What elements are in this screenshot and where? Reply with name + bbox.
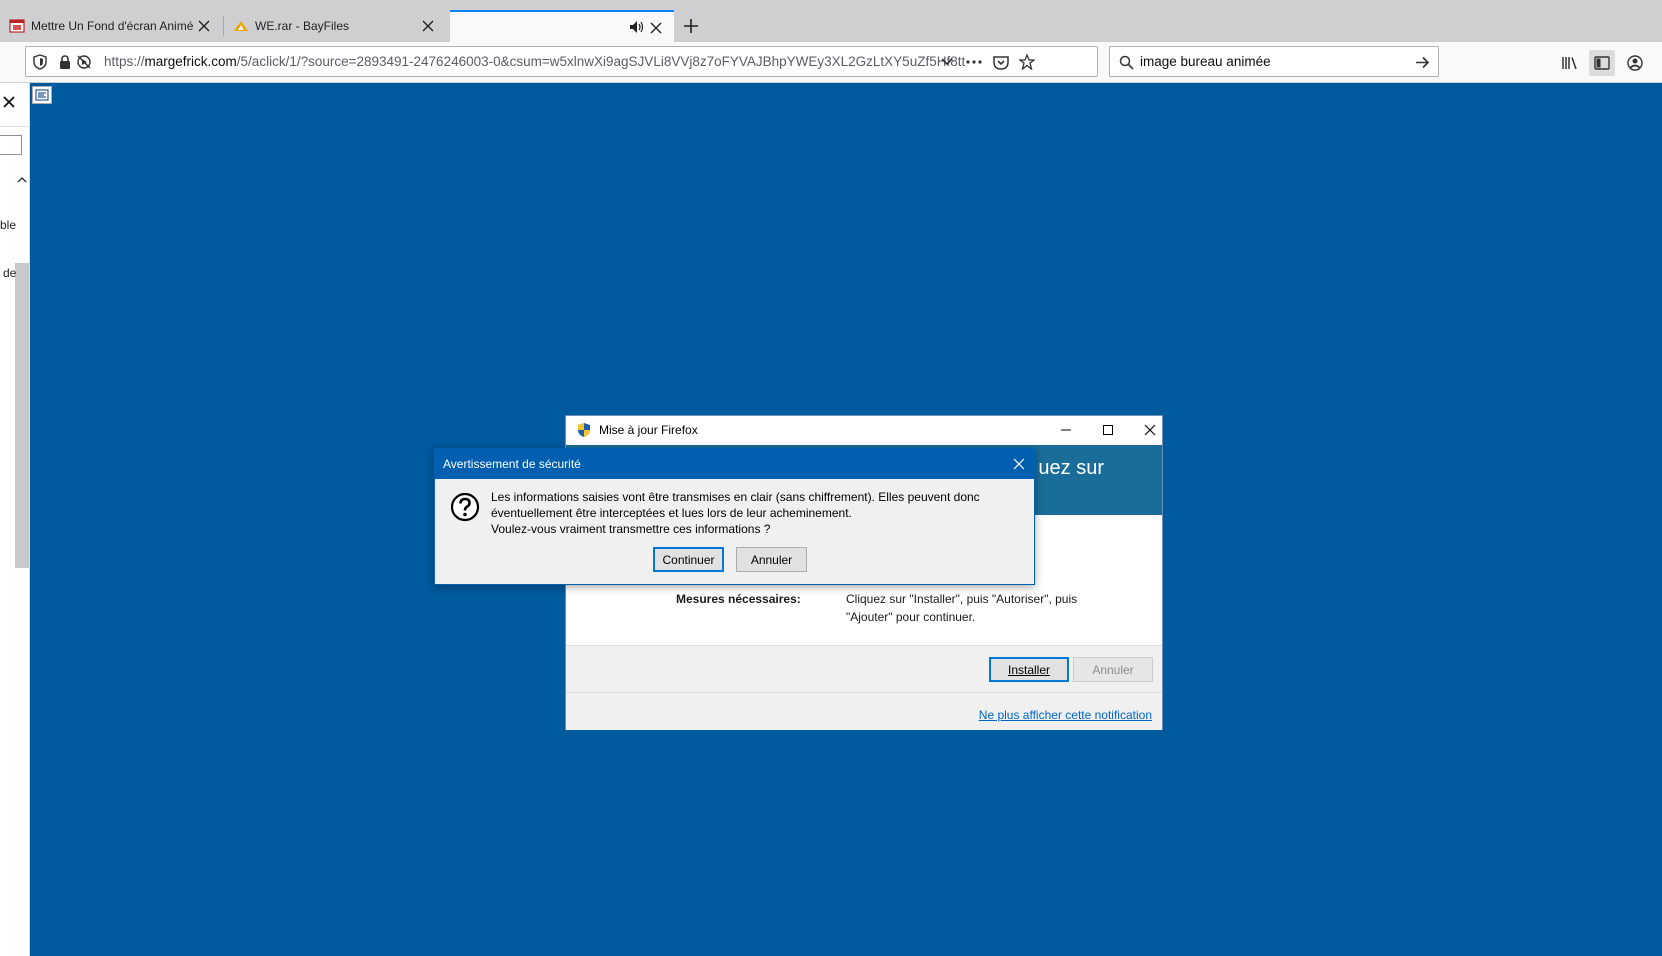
dialog-title: Avertissement de sécurité: [443, 457, 581, 471]
message-line: éventuellement être interceptées et lues…: [491, 506, 852, 520]
library-icon[interactable]: [1560, 53, 1580, 73]
close-tab-icon[interactable]: [648, 20, 664, 36]
search-bar[interactable]: image bureau animée: [1109, 46, 1439, 77]
page-corner-icon[interactable]: [32, 86, 52, 104]
sidebar-scrollbar[interactable]: [15, 263, 29, 568]
sidebar-panel: ble de: [0, 83, 30, 956]
question-icon: [450, 492, 480, 522]
sidebar-text: de: [3, 266, 17, 280]
bookmark-star-icon[interactable]: [1019, 54, 1035, 70]
required-actions-label: Mesures nécessaires:: [676, 592, 801, 606]
maximize-icon[interactable]: [1098, 420, 1118, 440]
tab-title: WE.rar - BayFiles: [255, 19, 350, 33]
arrow-right-icon[interactable]: [1414, 54, 1430, 70]
url-prefix: https://: [104, 54, 145, 69]
page-actions-menu-icon[interactable]: [966, 54, 982, 70]
speaker-icon[interactable]: [628, 19, 644, 35]
close-window-icon[interactable]: [1140, 420, 1160, 440]
chevron-down-icon[interactable]: [939, 54, 955, 70]
banner-text: uez sur: [1038, 457, 1104, 479]
message-line: Voulez-vous vraiment transmettre ces inf…: [491, 522, 771, 536]
window-titlebar: Mise à jour Firefox: [566, 416, 1162, 445]
url-text[interactable]: https://margefrick.com/5/aclick/1/?sourc…: [104, 54, 984, 69]
cancel-button[interactable]: Annuler: [736, 547, 807, 572]
minimize-icon[interactable]: [1056, 420, 1076, 440]
dialog-titlebar: Avertissement de sécurité: [435, 449, 1034, 479]
sidebar-divider: [0, 126, 29, 127]
dont-show-again-link[interactable]: Ne plus afficher cette notification: [979, 708, 1152, 722]
plus-icon: [684, 19, 698, 33]
film-icon: [9, 18, 25, 34]
security-warning-dialog: Avertissement de sécurité Les informatio…: [434, 448, 1035, 585]
sidebar-text: ble: [0, 218, 17, 232]
install-button[interactable]: Installer: [989, 657, 1069, 682]
new-tab-button[interactable]: [678, 13, 704, 39]
url-domain: margefrick.com: [144, 54, 237, 69]
tab-fond-ecran[interactable]: Mettre Un Fond d'écran Animé: [0, 10, 222, 42]
tab-bayfiles[interactable]: WE.rar - BayFiles: [224, 10, 446, 42]
close-tab-icon[interactable]: [420, 18, 436, 34]
tracking-protection-shield-icon[interactable]: [32, 54, 48, 70]
navigation-toolbar: https://margefrick.com/5/aclick/1/?sourc…: [0, 42, 1662, 83]
uac-shield-icon: [576, 422, 592, 438]
continue-button[interactable]: Continuer: [653, 547, 724, 572]
pocket-icon[interactable]: [993, 54, 1009, 70]
scroll-up-icon[interactable]: [17, 173, 27, 183]
window-title: Mise à jour Firefox: [599, 423, 698, 437]
autoplay-blocked-icon[interactable]: [76, 54, 92, 70]
lock-icon[interactable]: [57, 54, 73, 70]
search-icon: [1118, 54, 1134, 70]
dialog-message: Les informations saisies vont être trans…: [491, 489, 1021, 537]
tab-active[interactable]: [450, 10, 674, 42]
required-actions-description: Cliquez sur "Installer", puis "Autoriser…: [846, 592, 1078, 624]
tab-title: Mettre Un Fond d'écran Animé: [31, 19, 194, 33]
message-line: Les informations saisies vont être trans…: [491, 490, 980, 504]
url-path: /5/aclick/1/?source=2893491-2476246003-0…: [236, 54, 966, 69]
dialog-footer: Installer Annuler Ne plus afficher cette…: [566, 645, 1162, 730]
close-dialog-icon[interactable]: [1010, 455, 1028, 473]
search-input[interactable]: image bureau animée: [1140, 54, 1271, 69]
url-bar[interactable]: https://margefrick.com/5/aclick/1/?sourc…: [25, 46, 1098, 77]
close-sidebar-icon[interactable]: [2, 95, 18, 111]
sidebar-search-input[interactable]: [0, 135, 22, 155]
footer-divider: [566, 692, 1162, 693]
bayfiles-icon: [233, 18, 249, 34]
sidebar-toggle-icon[interactable]: [1589, 50, 1615, 76]
tab-strip: Mettre Un Fond d'écran Animé WE.rar - Ba…: [0, 0, 1662, 42]
close-tab-icon[interactable]: [196, 18, 212, 34]
account-icon[interactable]: [1625, 53, 1645, 73]
cancel-button[interactable]: Annuler: [1073, 657, 1153, 682]
